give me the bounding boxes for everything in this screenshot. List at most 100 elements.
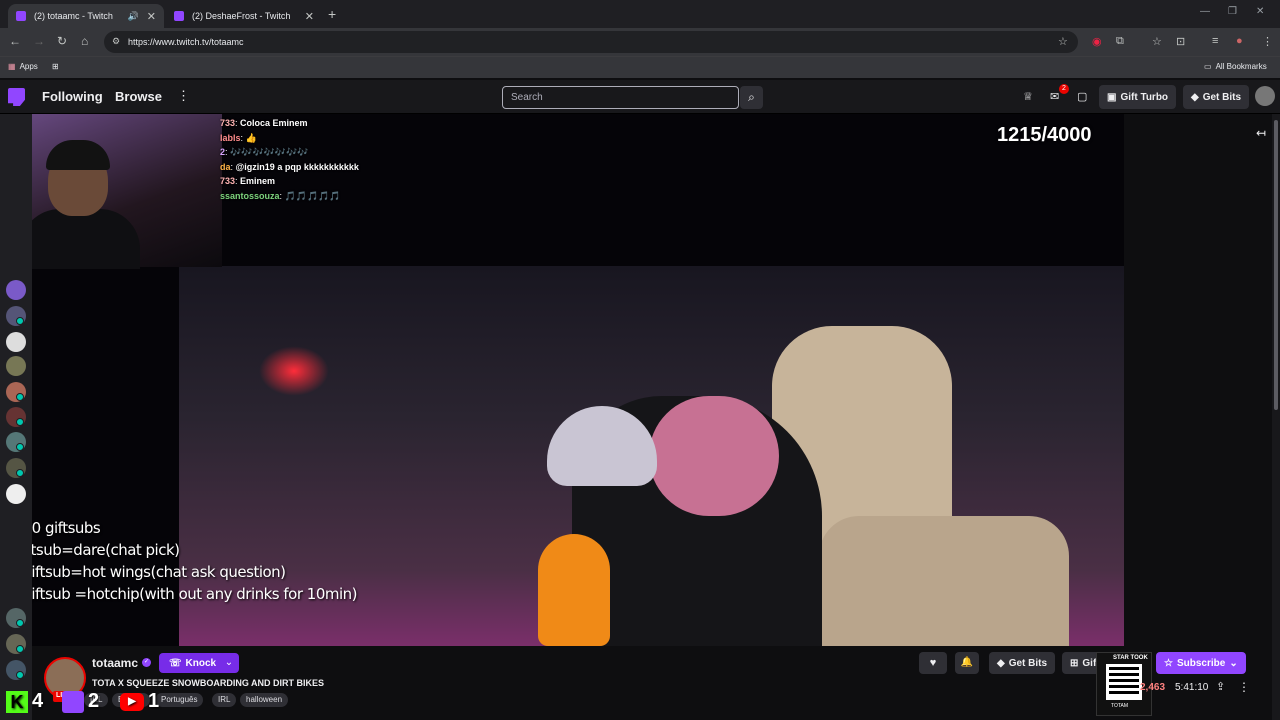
get-bits-channel-label: Get Bits (1008, 657, 1048, 669)
live-dot (16, 393, 24, 401)
chat-line: 733: Eminem (220, 176, 276, 186)
notification-badge: 2 (1059, 84, 1069, 94)
browser-tab-deshaefrost[interactable]: (2) DeshaeFrost - Twitch ✕ (166, 4, 322, 28)
car-seat (819, 516, 1069, 646)
goal-line: 0/100 giftsubs (32, 519, 101, 537)
collections-icon[interactable]: ⊡ (1176, 35, 1185, 48)
tag-halloween[interactable]: halloween (240, 693, 289, 707)
chat-user: ssantossouza (220, 190, 280, 201)
browser-tab-totaamc[interactable]: (2) totaamc - Twitch 🔊 ✕ (8, 4, 164, 28)
expand-chat-icon[interactable]: ↤ (1256, 126, 1266, 140)
browser-tab-strip: (2) totaamc - Twitch 🔊 ✕ (2) DeshaeFrost… (0, 0, 1280, 28)
star-icon: ☆ (1164, 657, 1173, 669)
gift-turbo-button[interactable]: ▣ Gift Turbo (1099, 85, 1177, 109)
close-tab-icon[interactable]: ✕ (305, 10, 314, 23)
chat-user: da (220, 161, 231, 172)
chat-line: 733: Coloca Eminem (220, 118, 308, 128)
browser-menu-icon[interactable]: ⋮ (1262, 35, 1273, 48)
qr-top-label: STAR TOOK (1113, 655, 1148, 661)
gift-turbo-label: Gift Turbo (1120, 91, 1169, 103)
followed-channel-avatar[interactable] (6, 280, 26, 300)
following-link[interactable]: Following (42, 89, 103, 104)
followed-channels-rail (0, 114, 32, 720)
prime-loot-icon[interactable]: ♕ (1023, 90, 1033, 103)
chat-collapsed-area (1124, 114, 1272, 646)
live-dot (16, 645, 24, 653)
more-menu-icon[interactable]: ⋮ (177, 88, 190, 104)
forward-icon[interactable]: → (33, 34, 45, 48)
get-bits-channel-button[interactable]: ◆ Get Bits (989, 652, 1056, 674)
goal-line: 25 giftsub =hotchip(with out any drinks … (32, 585, 358, 603)
address-bar[interactable]: ⚙ https://www.twitch.tv/totaamc (104, 31, 1078, 53)
qr-code-image (1106, 664, 1142, 700)
scrollbar-thumb[interactable] (1274, 120, 1278, 410)
followed-channel-avatar[interactable] (6, 484, 26, 504)
search-icon[interactable]: ⌕ (740, 86, 763, 109)
giftsub-goals-overlay: 0/100 giftsubs 5 giftsub=dare(chat pick)… (32, 517, 358, 605)
extensions-puzzle-icon[interactable]: ⧉ (1116, 35, 1124, 48)
tag-irl[interactable]: IRL (212, 693, 237, 707)
knock-dropdown-icon[interactable]: ⌄ (219, 653, 239, 673)
all-bookmarks[interactable]: ▭ All Bookmarks (1204, 62, 1267, 71)
tag-portugues[interactable]: Português (155, 693, 204, 707)
window-close-icon[interactable]: ✕ (1256, 6, 1264, 17)
maximize-icon[interactable]: ❐ (1228, 6, 1237, 17)
search-input[interactable]: Search (502, 86, 739, 109)
browse-link[interactable]: Browse (115, 89, 162, 104)
twitch-logo-icon[interactable] (8, 88, 25, 106)
subscribe-button[interactable]: ☆ Subscribe ⌄ (1156, 652, 1246, 674)
more-options-icon[interactable]: ⋮ (1238, 680, 1250, 694)
youtube-counter: ▶ 1 (120, 690, 159, 713)
get-bits-button[interactable]: ◆ Get Bits (1183, 85, 1250, 109)
channel-name[interactable]: totaamc (92, 656, 138, 670)
tab-search-icon[interactable]: ≡ (1212, 35, 1218, 47)
chat-user: 733 (220, 118, 236, 128)
reload-icon[interactable]: ↻ (57, 34, 67, 48)
extension-icon[interactable]: ◉ (1092, 35, 1102, 48)
notifications-bell-icon[interactable]: 🔔 (955, 652, 979, 674)
chat-user: labls (220, 132, 241, 143)
back-icon[interactable]: ← (9, 34, 21, 48)
webcam-body (32, 209, 140, 269)
new-tab-icon[interactable]: + (328, 6, 336, 22)
apps-label: Apps (19, 62, 38, 71)
chat-message: 👍 (245, 132, 257, 143)
minimize-icon[interactable]: — (1200, 6, 1210, 17)
knock-label: Knock (185, 657, 217, 669)
followed-channel-avatar[interactable] (6, 356, 26, 376)
chat-user: 733 (220, 176, 236, 186)
live-dot (16, 619, 24, 627)
bits-icon: ◆ (997, 657, 1005, 669)
share-icon[interactable]: ⇪ (1216, 680, 1225, 693)
gift-icon: ⊞ (1070, 657, 1079, 669)
tab-groups-icon[interactable]: ⊞ (52, 62, 59, 71)
user-avatar[interactable] (1255, 86, 1275, 106)
whispers-icon[interactable]: ▢ (1077, 90, 1087, 103)
profile-icon[interactable]: ● (1236, 35, 1243, 47)
knock-button[interactable]: ☏ Knock (159, 653, 227, 673)
qr-bottom-label: TOTAM (1111, 703, 1129, 709)
kick-logo-icon: K (6, 690, 28, 713)
chat-overlay: 733: Coloca Eminem labls: 👍 2: 🎶🎶🎶🎶🎶🎶🎶 d… (220, 116, 359, 203)
followed-channel-avatar[interactable] (6, 332, 26, 352)
chat-line: labls: 👍 (220, 132, 257, 143)
folder-icon: ▭ (1204, 62, 1212, 71)
bookmark-star-icon[interactable]: ☆ (1058, 35, 1068, 48)
close-tab-icon[interactable]: ✕ (147, 10, 156, 23)
speaker-icon[interactable]: 🔊 (128, 11, 139, 22)
follow-heart-icon[interactable]: ♥ (919, 652, 947, 674)
site-info-icon[interactable]: ⚙ (112, 36, 120, 47)
webcam-hat (46, 140, 110, 170)
inbox-icon[interactable]: ✉ (1050, 90, 1059, 103)
kick-count: 4 (32, 690, 44, 712)
apps-grid-icon: ▦ (8, 62, 16, 71)
apps-bookmark[interactable]: ▦ Apps (8, 62, 38, 71)
home-icon[interactable]: ⌂ (81, 34, 88, 48)
twitch-top-nav: Following Browse ⋮ Search ⌕ ♕ ✉ 2 ▢ ▣ Gi… (0, 80, 1280, 114)
video-player[interactable]: 733: Coloca Eminem labls: 👍 2: 🎶🎶🎶🎶🎶🎶🎶 d… (32, 114, 1124, 646)
chat-message: 🎵🎵🎵🎵🎵 (284, 190, 341, 201)
url-text: https://www.twitch.tv/totaamc (128, 37, 244, 47)
subscribe-label: Subscribe (1176, 657, 1226, 669)
kick-counter: K 4 (6, 690, 43, 713)
favorites-icon[interactable]: ☆ (1152, 35, 1162, 48)
